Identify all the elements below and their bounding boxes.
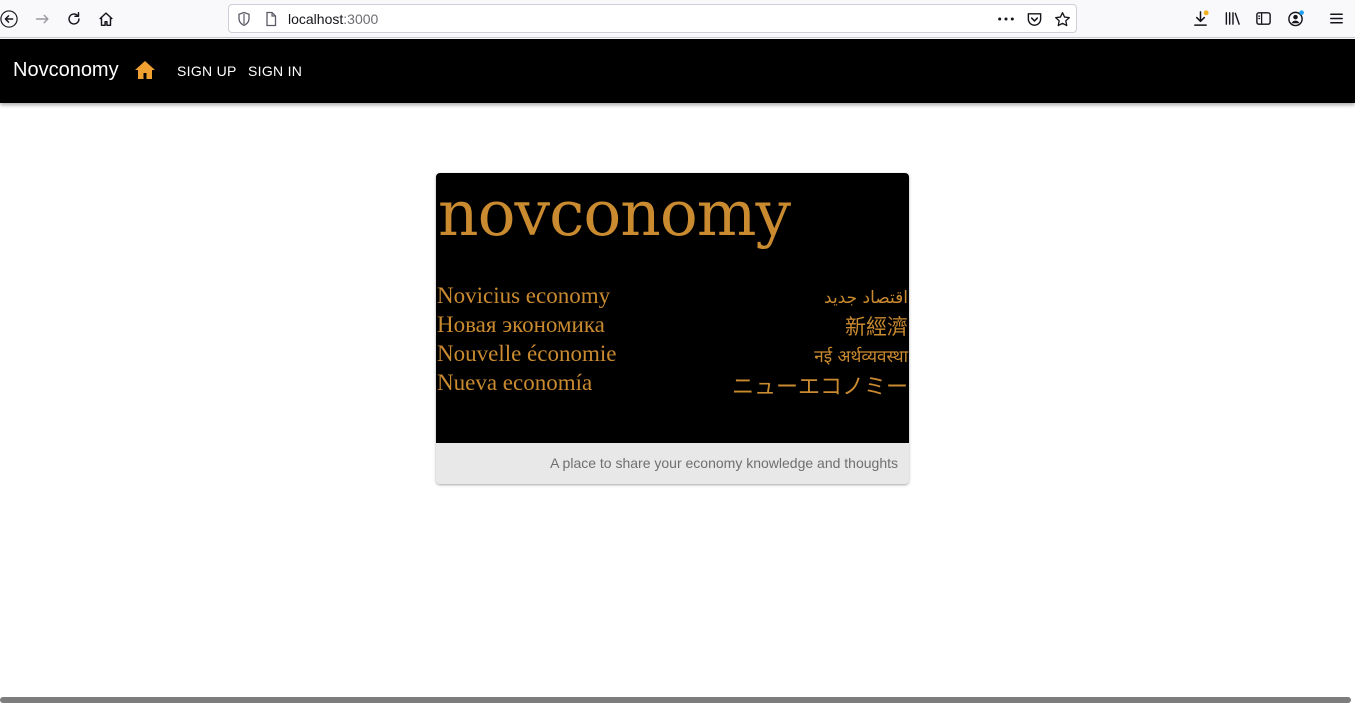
language-japanese: ニューエコノミー xyxy=(731,375,908,400)
address-bar[interactable]: localhost:3000 xyxy=(228,4,1077,33)
caption-text: A place to share your economy knowledge … xyxy=(550,455,898,471)
home-icon[interactable] xyxy=(93,6,119,32)
page-icon xyxy=(263,11,279,27)
language-russian: Новая экономика xyxy=(437,312,605,337)
hero-image: novconomy Novicius economy Новая экономи… xyxy=(436,173,909,443)
url-host: localhost xyxy=(288,11,344,27)
language-hindi: नई अर्थव्यवस्था xyxy=(814,347,908,367)
home-icon[interactable] xyxy=(134,60,156,80)
star-icon[interactable] xyxy=(1052,10,1072,28)
pocket-icon[interactable] xyxy=(1024,10,1044,28)
download-icon[interactable] xyxy=(1189,8,1211,28)
menu-icon[interactable] xyxy=(1325,8,1347,28)
brand-title[interactable]: Novconomy xyxy=(13,59,119,82)
sign-up-link[interactable]: SIGN UP xyxy=(177,63,237,79)
sidebar-icon[interactable] xyxy=(1252,8,1274,28)
card-caption: A place to share your economy knowledge … xyxy=(436,443,909,484)
horizontal-scrollbar[interactable] xyxy=(0,697,1351,703)
reload-icon[interactable] xyxy=(61,6,87,32)
sign-in-link[interactable]: SIGN IN xyxy=(248,63,302,79)
app-bar: Novconomy SIGN UP SIGN IN xyxy=(0,39,1355,103)
url-text[interactable]: localhost:3000 xyxy=(288,11,378,27)
logo-word: novconomy xyxy=(438,177,791,250)
language-arabic: اقتصاد جديد xyxy=(824,288,908,308)
language-french: Nouvelle économie xyxy=(437,341,617,366)
forward-icon[interactable] xyxy=(29,6,55,32)
library-icon[interactable] xyxy=(1221,8,1243,28)
language-spanish: Nueva economía xyxy=(437,370,593,395)
browser-toolbar: localhost:3000 xyxy=(0,0,1355,38)
account-icon[interactable] xyxy=(1284,8,1306,28)
shield-icon[interactable] xyxy=(236,11,252,27)
hero-card: novconomy Novicius economy Новая экономи… xyxy=(436,173,909,484)
back-icon[interactable] xyxy=(0,6,22,32)
more-icon[interactable] xyxy=(996,10,1016,28)
language-chinese: 新經濟 xyxy=(845,315,908,339)
url-port: :3000 xyxy=(343,11,379,27)
language-latin: Novicius economy xyxy=(437,283,611,308)
